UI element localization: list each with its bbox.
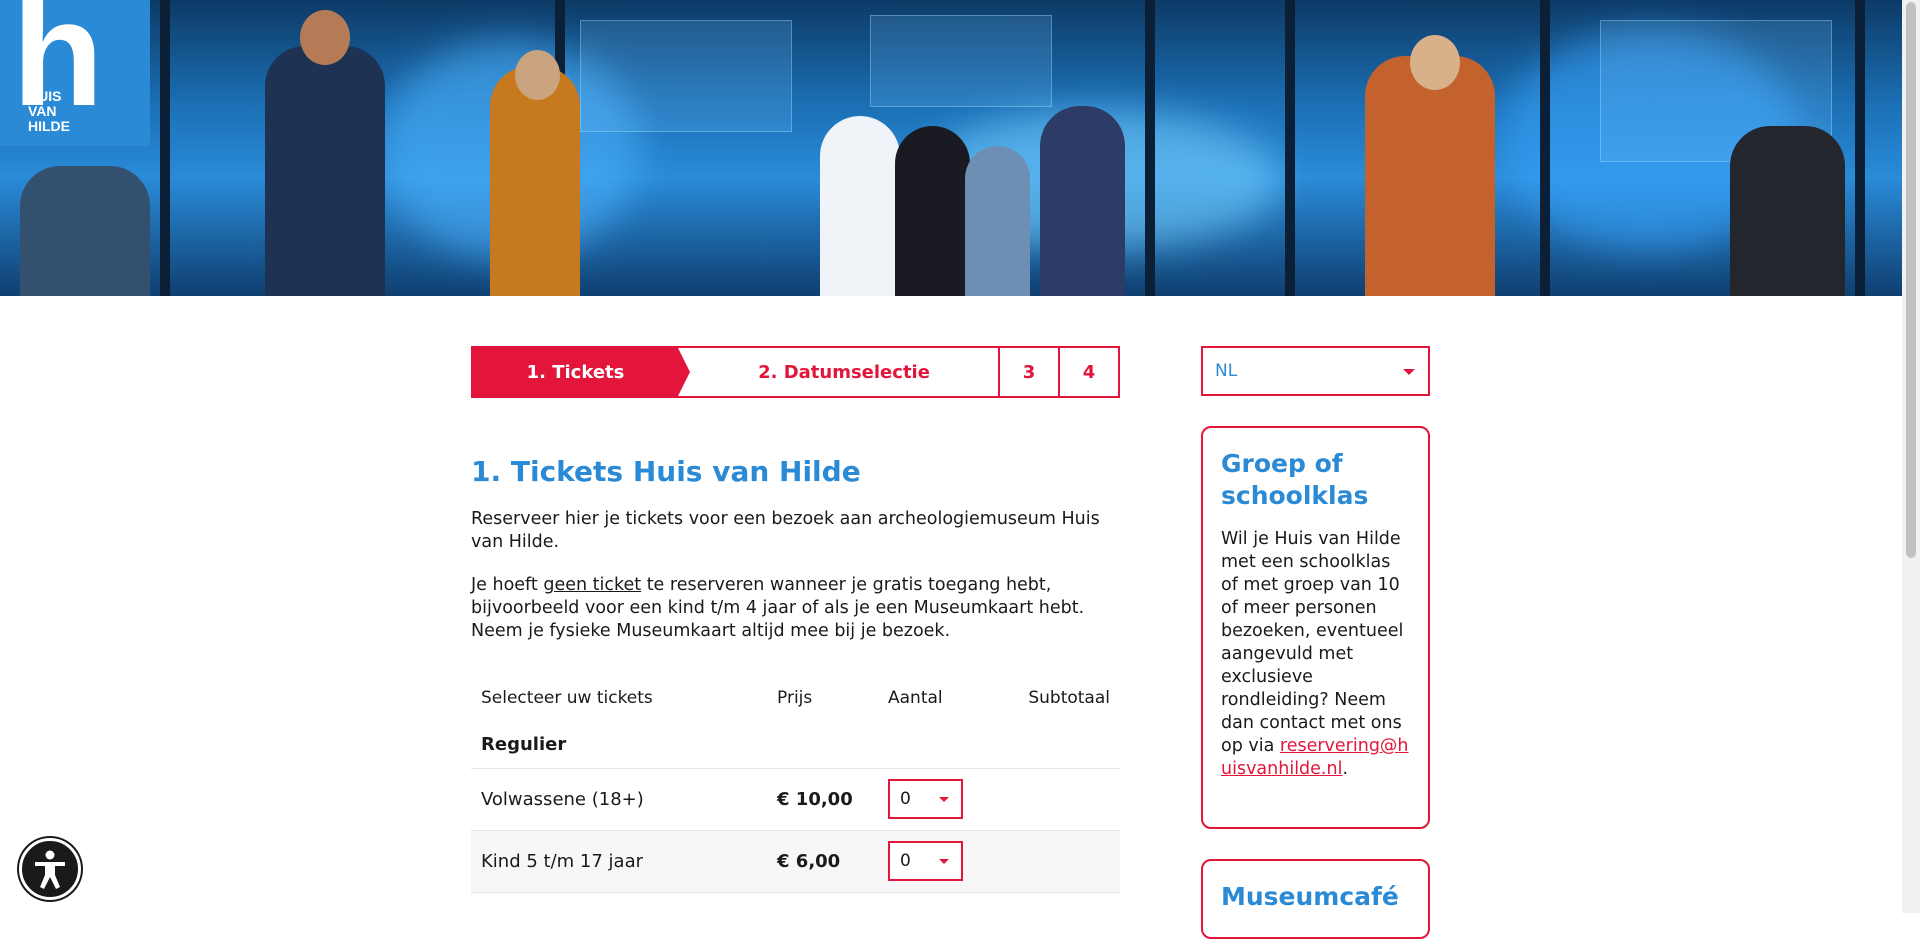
table-row: Volwassene (18+) € 10,00 0 xyxy=(471,769,1120,831)
cafe-card-title: Museumcafé xyxy=(1221,882,1399,911)
geen-ticket-link[interactable]: geen ticket xyxy=(543,575,641,595)
ticket-group-label: Regulier xyxy=(471,720,1120,769)
step-4[interactable]: 4 xyxy=(1058,348,1118,396)
language-select[interactable]: NL xyxy=(1201,346,1430,396)
page-title: 1. Tickets Huis van Hilde xyxy=(471,455,861,488)
chevron-down-icon xyxy=(939,859,949,864)
accessibility-icon xyxy=(35,850,65,889)
page-scrollbar[interactable] xyxy=(1902,0,1920,913)
intro-text: Reserveer hier je tickets voor een bezoe… xyxy=(471,509,1100,552)
group-info-card: Groep of schoolklas Wil je Huis van Hild… xyxy=(1201,426,1430,829)
group-card-title: Groep of schoolklas xyxy=(1221,449,1369,510)
huis-van-hilde-logo[interactable]: h HUIS VAN HILDE xyxy=(0,0,150,146)
table-row: Kind 5 t/m 17 jaar € 6,00 0 xyxy=(471,831,1120,893)
table-header: Selecteer uw tickets Prijs Aantal Subtot… xyxy=(471,676,1120,720)
language-value: NL xyxy=(1215,361,1238,381)
chevron-down-icon xyxy=(939,797,949,802)
step-datumselectie[interactable]: 2. Datumselectie xyxy=(678,348,998,396)
ticket-table: Selecteer uw tickets Prijs Aantal Subtot… xyxy=(471,676,1120,893)
step-tickets[interactable]: 1. Tickets xyxy=(473,348,690,396)
step-3[interactable]: 3 xyxy=(998,348,1058,396)
ticket-price: € 6,00 xyxy=(777,851,841,872)
ticket-price: € 10,00 xyxy=(777,789,853,810)
ticket-name: Kind 5 t/m 17 jaar xyxy=(481,851,643,872)
quantity-select[interactable]: 0 xyxy=(888,779,963,819)
header-subtotal: Subtotaal xyxy=(1028,688,1110,708)
notice-text: Je hoeft geen ticket te reserveren wanne… xyxy=(471,575,1085,641)
hero-banner: h HUIS VAN HILDE xyxy=(0,0,1902,296)
accessibility-button[interactable] xyxy=(19,838,81,900)
group-card-text: Wil je Huis van Hilde met een schoolklas… xyxy=(1221,529,1409,779)
main-content: 1. Tickets Huis van Hilde Reserveer hier… xyxy=(471,455,1120,643)
header-name: Selecteer uw tickets xyxy=(481,688,653,708)
header-price: Prijs xyxy=(777,688,813,708)
ticket-name: Volwassene (18+) xyxy=(481,789,644,810)
header-qty: Aantal xyxy=(888,688,943,708)
scrollbar-thumb[interactable] xyxy=(1906,2,1916,558)
museumcafe-card: Museumcafé xyxy=(1201,859,1430,939)
booking-steps: 1. Tickets 2. Datumselectie 3 4 xyxy=(471,346,1120,398)
chevron-down-icon xyxy=(1403,369,1415,375)
quantity-select[interactable]: 0 xyxy=(888,841,963,881)
